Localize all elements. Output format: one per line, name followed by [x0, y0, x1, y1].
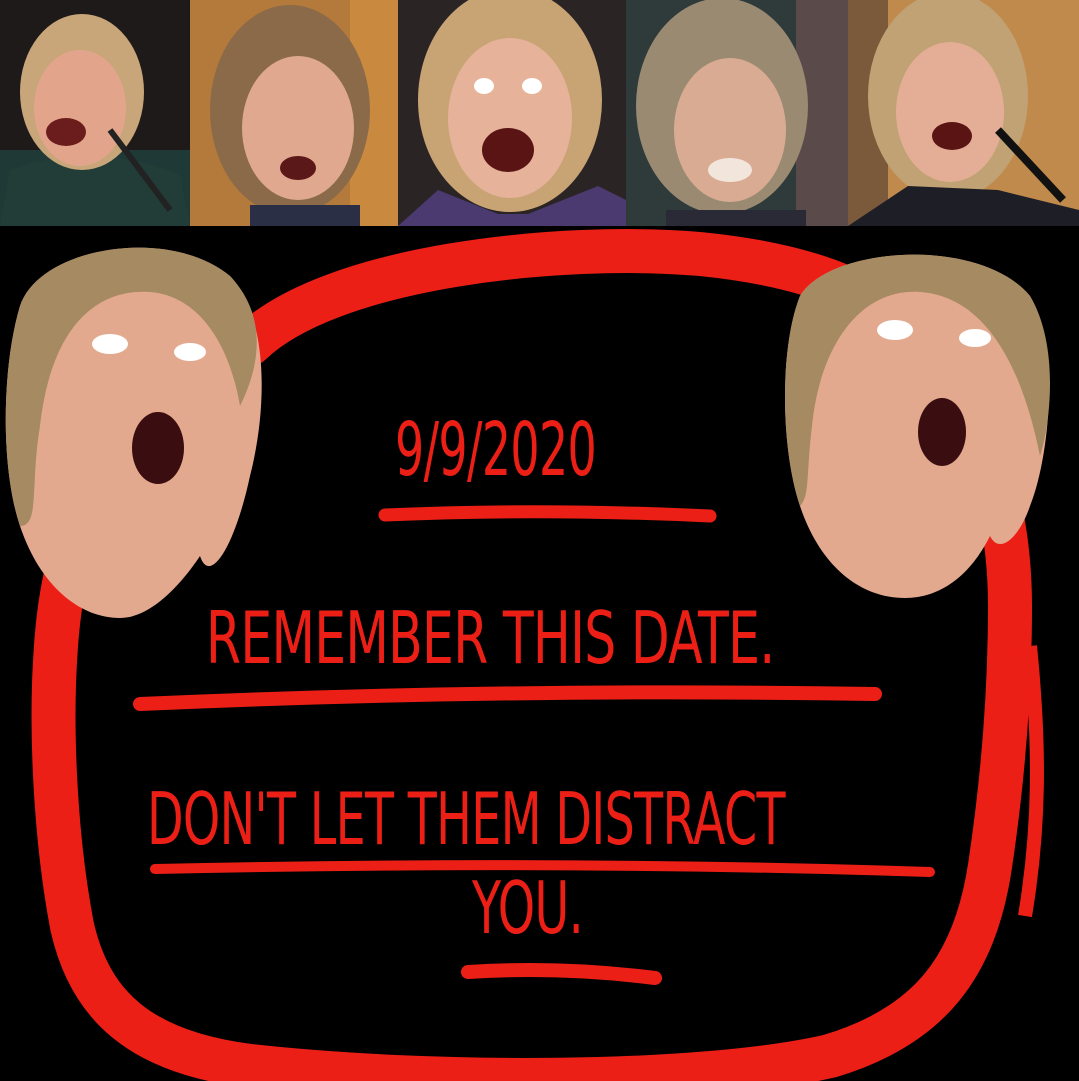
photo-5: [848, 0, 1079, 226]
photo-2: [190, 0, 398, 226]
photo-4: [626, 0, 848, 226]
distract-text-line-2: YOU.: [472, 866, 584, 950]
photo-strip: [0, 0, 1079, 226]
photo-1: [0, 0, 190, 226]
date-text: 9/9/2020: [395, 407, 597, 493]
left-face-cutout: [5, 247, 262, 618]
distract-text-line-1: DON'T LET THEM DISTRACT: [147, 777, 786, 861]
photo-3: [398, 0, 626, 226]
remember-text: REMEMBER THIS DATE.: [206, 596, 775, 680]
